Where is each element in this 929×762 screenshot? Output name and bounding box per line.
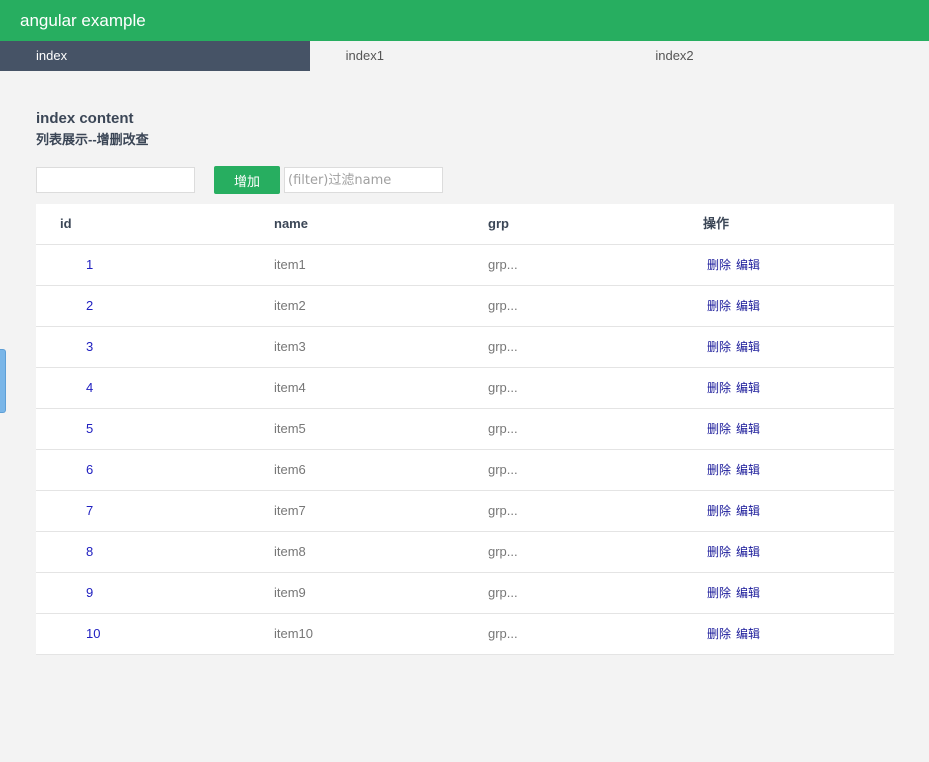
row-id: 6 — [86, 462, 94, 477]
table-row: 7 item7 grp... 删除 编辑 — [36, 491, 894, 532]
edit-link[interactable]: 编辑 — [736, 258, 760, 272]
row-name: item7 — [274, 503, 306, 518]
row-actions: 删除 编辑 — [703, 491, 765, 531]
row-id: 3 — [86, 339, 94, 354]
row-name: item6 — [274, 462, 306, 477]
edit-link[interactable]: 编辑 — [736, 340, 760, 354]
column-header-actions: 操作 — [703, 216, 730, 231]
row-id: 7 — [86, 503, 94, 518]
item-table: id name grp 操作 1 item1 grp... 删除 编辑 2 item2 grp… — [36, 204, 894, 655]
table-row: 2 item2 grp... 删除 编辑 — [36, 286, 894, 327]
row-grp: grp... — [488, 503, 518, 518]
row-id: 4 — [86, 380, 94, 395]
delete-link[interactable]: 删除 — [707, 381, 731, 395]
column-header-id: id — [60, 216, 72, 231]
edit-link[interactable]: 编辑 — [736, 381, 760, 395]
tab-index2[interactable]: index2 — [619, 41, 929, 71]
tab-index1[interactable]: index1 — [310, 41, 620, 71]
row-grp: grp... — [488, 544, 518, 559]
row-actions: 删除 编辑 — [703, 532, 765, 572]
row-grp: grp... — [488, 585, 518, 600]
row-id: 5 — [86, 421, 94, 436]
row-name: item4 — [274, 380, 306, 395]
row-id: 9 — [86, 585, 94, 600]
table-row: 3 item3 grp... 删除 编辑 — [36, 327, 894, 368]
row-grp: grp... — [488, 339, 518, 354]
row-actions: 删除 编辑 — [703, 286, 765, 326]
row-name: item3 — [274, 339, 306, 354]
table-row: 10 item10 grp... 删除 编辑 — [36, 614, 894, 655]
row-grp: grp... — [488, 257, 518, 272]
row-name: item1 — [274, 257, 306, 272]
delete-link[interactable]: 删除 — [707, 299, 731, 313]
delete-link[interactable]: 删除 — [707, 422, 731, 436]
side-drawer-handle[interactable] — [0, 349, 6, 413]
app-header: angular example — [0, 0, 929, 41]
edit-link[interactable]: 编辑 — [736, 422, 760, 436]
row-name: item10 — [274, 626, 314, 641]
row-grp: grp... — [488, 421, 518, 436]
row-id: 10 — [86, 626, 101, 641]
delete-link[interactable]: 删除 — [707, 586, 731, 600]
row-actions: 删除 编辑 — [703, 327, 765, 367]
app-title: angular example — [20, 11, 146, 30]
content-heading: index content 列表展示--增删改查 — [36, 108, 894, 150]
row-name: item2 — [274, 298, 306, 313]
tab-label: index1 — [345, 48, 384, 63]
edit-link[interactable]: 编辑 — [736, 545, 760, 559]
tab-index[interactable]: index — [0, 41, 310, 71]
delete-link[interactable]: 删除 — [707, 545, 731, 559]
row-actions: 删除 编辑 — [703, 573, 765, 613]
row-actions: 删除 编辑 — [703, 450, 765, 490]
add-item-input[interactable] — [36, 167, 195, 193]
delete-link[interactable]: 删除 — [707, 463, 731, 477]
table-row: 6 item6 grp... 删除 编辑 — [36, 450, 894, 491]
delete-link[interactable]: 删除 — [707, 258, 731, 272]
row-name: item9 — [274, 585, 306, 600]
row-actions: 删除 编辑 — [703, 614, 765, 654]
table-row: 5 item5 grp... 删除 编辑 — [36, 409, 894, 450]
tab-label: index2 — [655, 48, 694, 63]
delete-link[interactable]: 删除 — [707, 504, 731, 518]
table-row: 8 item8 grp... 删除 编辑 — [36, 532, 894, 573]
tab-label: index — [36, 48, 68, 63]
column-header-grp: grp — [488, 216, 509, 231]
row-grp: grp... — [488, 626, 518, 641]
row-name: item5 — [274, 421, 306, 436]
row-actions: 删除 编辑 — [703, 245, 765, 285]
table-header-row: id name grp 操作 — [36, 204, 894, 245]
row-id: 2 — [86, 298, 94, 313]
column-header-name: name — [274, 216, 308, 231]
row-grp: grp... — [488, 462, 518, 477]
edit-link[interactable]: 编辑 — [736, 504, 760, 518]
row-id: 8 — [86, 544, 94, 559]
edit-link[interactable]: 编辑 — [736, 627, 760, 641]
table-row: 9 item9 grp... 删除 编辑 — [36, 573, 894, 614]
edit-link[interactable]: 编辑 — [736, 463, 760, 477]
delete-link[interactable]: 删除 — [707, 340, 731, 354]
table-row: 1 item1 grp... 删除 编辑 — [36, 245, 894, 286]
row-name: item8 — [274, 544, 306, 559]
row-actions: 删除 编辑 — [703, 409, 765, 449]
add-button[interactable]: 增加 — [214, 166, 280, 194]
delete-link[interactable]: 删除 — [707, 627, 731, 641]
row-grp: grp... — [488, 298, 518, 313]
row-id: 1 — [86, 257, 94, 272]
edit-link[interactable]: 编辑 — [736, 586, 760, 600]
filter-input[interactable] — [284, 167, 443, 193]
table-row: 4 item4 grp... 删除 编辑 — [36, 368, 894, 409]
page-title: index content — [36, 110, 134, 127]
edit-link[interactable]: 编辑 — [736, 299, 760, 313]
row-grp: grp... — [488, 380, 518, 395]
page-subtitle: 列表展示--增删改查 — [36, 132, 149, 147]
row-actions: 删除 编辑 — [703, 368, 765, 408]
nav-tabs: index index1 index2 — [0, 41, 929, 71]
